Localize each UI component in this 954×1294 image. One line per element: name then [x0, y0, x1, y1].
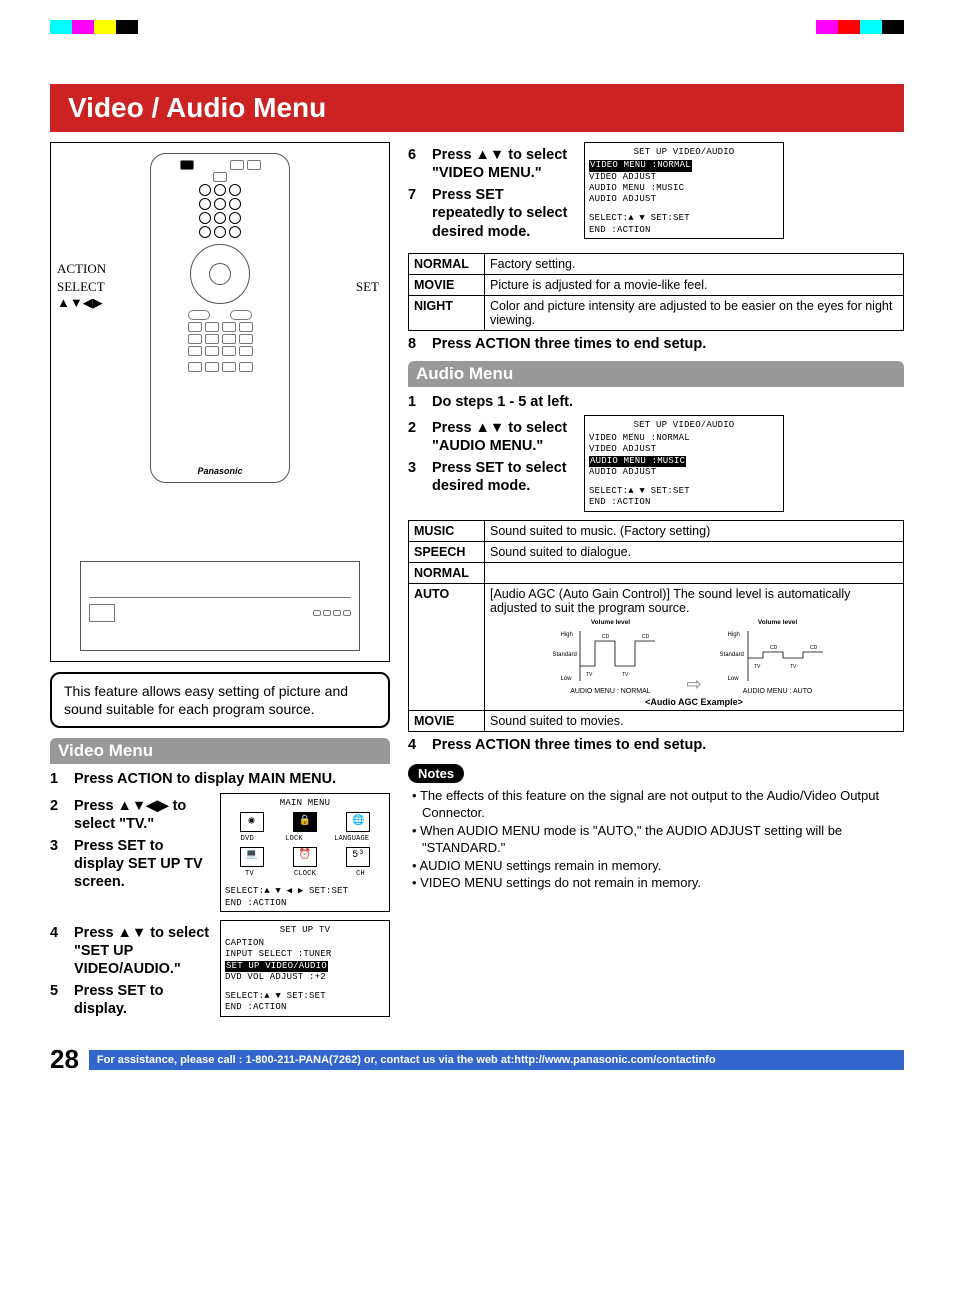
notes-list: The effects of this feature on the signa… — [408, 787, 904, 892]
page-title: Video / Audio Menu — [50, 84, 904, 132]
video-menu-header: Video Menu — [50, 738, 390, 764]
remote-outline: Panasonic — [150, 153, 290, 483]
remote-label-select: SELECT — [57, 279, 105, 295]
osd-icon-clock: ⏰ — [293, 847, 317, 867]
step-7: 7Press SET repeatedly to select desired … — [408, 186, 578, 240]
remote-label-set: SET — [356, 279, 379, 295]
auto-desc: [Audio AGC (Auto Gain Control)] The soun… — [490, 587, 898, 615]
step-5: 5Press SET to display. — [50, 982, 214, 1018]
registration-color-bars — [50, 20, 904, 34]
step-8: 8Press ACTION three times to end setup. — [408, 335, 904, 353]
step-6: 6Press ▲▼ to select "VIDEO MENU." — [408, 146, 578, 182]
osd-setup-va-video: SET UP VIDEO/AUDIO VIDEO MENU :NORMAL VI… — [584, 142, 784, 239]
audio-step-1: 1Do steps 1 - 5 at left. — [408, 393, 904, 411]
svg-text:CD: CD — [642, 634, 650, 640]
page-number: 28 — [50, 1044, 79, 1075]
audio-menu-header: Audio Menu — [408, 361, 904, 387]
video-mode-table: NORMALFactory setting. MOVIEPicture is a… — [408, 253, 904, 331]
step-2: 2Press ▲▼◀▶ to select "TV." — [50, 797, 214, 833]
deck-outline — [80, 561, 360, 651]
step-4: 4Press ▲▼ to select "SET UP VIDEO/AUDIO.… — [50, 924, 214, 978]
osd-icon-language: 🌐 — [346, 812, 370, 832]
agc-example: Volume level High Standard Low TVCD — [490, 619, 898, 695]
remote-label-action: ACTION — [57, 261, 106, 277]
assistance-banner: For assistance, please call : 1-800-211-… — [89, 1050, 904, 1070]
svg-text:CD: CD — [770, 645, 778, 651]
audio-step-4: 4Press ACTION three times to end setup. — [408, 736, 904, 754]
arrow-right-icon: ⇨ — [686, 674, 701, 695]
svg-text:CD: CD — [602, 634, 610, 640]
osd-icon-dvd: ◉ — [240, 812, 264, 832]
remote-label-arrows: ▲▼◀▶ — [57, 295, 103, 311]
step-1: 1Press ACTION to display MAIN MENU. — [50, 770, 390, 788]
osd-setup-va-audio: SET UP VIDEO/AUDIO VIDEO MENU :NORMAL VI… — [584, 415, 784, 512]
svg-text:TV: TV — [586, 672, 593, 678]
osd-icon-tv: 💻 — [240, 847, 264, 867]
audio-step-2: 2Press ▲▼ to select "AUDIO MENU." — [408, 419, 578, 455]
audio-step-3: 3Press SET to select desired mode. — [408, 459, 578, 495]
notes-pill: Notes — [408, 764, 464, 783]
svg-text:TV: TV — [790, 664, 797, 670]
svg-text:TV: TV — [622, 672, 629, 678]
feature-note: This feature allows easy setting of pict… — [50, 672, 390, 728]
remote-brand: Panasonic — [197, 466, 242, 476]
osd-main-menu: MAIN MENU ◉ 🔒 🌐 DVDLOCKLANGUAGE 💻 ⏰ 5³ — [220, 793, 390, 912]
svg-text:CD: CD — [810, 645, 818, 651]
audio-mode-table: MUSICSound suited to music. (Factory set… — [408, 520, 904, 732]
svg-text:TV: TV — [754, 664, 761, 670]
osd-icon-lock: 🔒 — [293, 812, 317, 832]
step-3: 3Press SET to display SET UP TV screen. — [50, 837, 214, 891]
osd-icon-ch: 5³ — [346, 847, 370, 867]
osd-setup-tv: SET UP TV CAPTION INPUT SELECT :TUNER SE… — [220, 920, 390, 1017]
remote-diagram: ACTION SELECT ▲▼◀▶ SET P — [50, 142, 390, 662]
